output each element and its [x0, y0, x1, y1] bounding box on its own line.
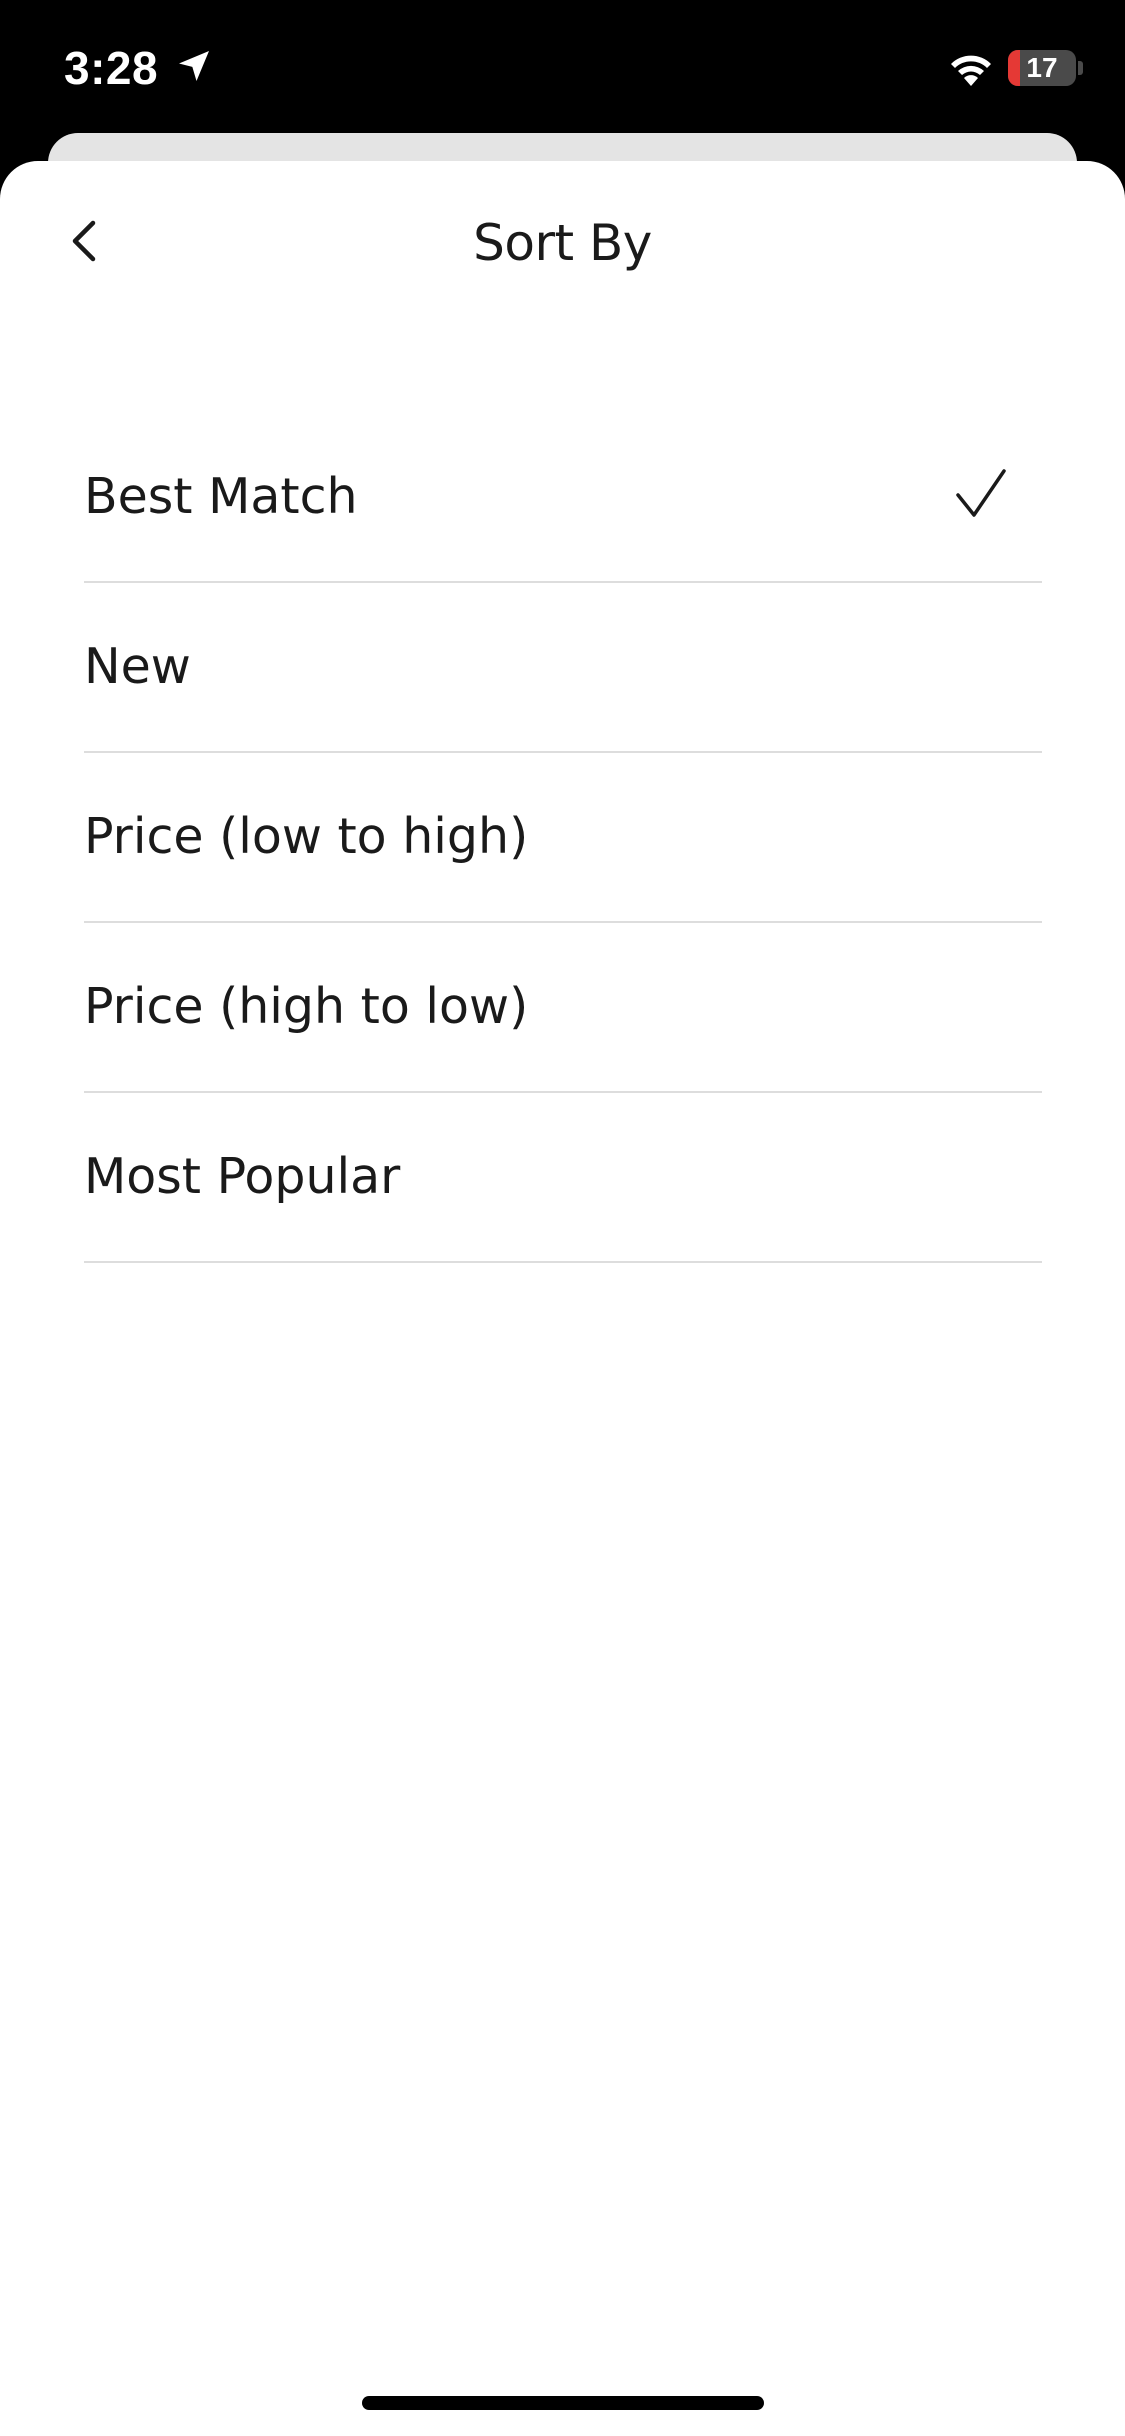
battery-cap [1078, 61, 1083, 75]
location-arrow-icon [179, 51, 209, 81]
sort-option-label: Best Match [84, 468, 358, 525]
sort-sheet: Sort By Best Match New Price (low to hig… [0, 161, 1125, 2436]
sheet-header: Sort By [0, 161, 1125, 331]
sort-options-list: Best Match New Price (low to high) Price… [84, 413, 1042, 1263]
wifi-icon [951, 55, 991, 86]
status-time: 3:28 [64, 42, 159, 94]
sort-option-price-low-high[interactable]: Price (low to high) [84, 753, 1042, 923]
status-bar: 3:28 17 [0, 0, 1125, 132]
sort-option-label: Most Popular [84, 1148, 401, 1205]
sort-option-new[interactable]: New [84, 583, 1042, 753]
sort-option-label: New [84, 638, 191, 695]
page-title: Sort By [473, 214, 652, 272]
battery-level: 17 [1026, 52, 1058, 83]
checkmark-icon [956, 469, 1006, 517]
home-indicator[interactable] [362, 2396, 764, 2410]
battery-icon: 17 [1008, 50, 1076, 86]
sort-option-price-high-low[interactable]: Price (high to low) [84, 923, 1042, 1093]
sort-option-most-popular[interactable]: Most Popular [84, 1093, 1042, 1263]
sort-option-label: Price (low to high) [84, 808, 529, 865]
sort-option-label: Price (high to low) [84, 978, 529, 1035]
sort-option-best-match[interactable]: Best Match [84, 413, 1042, 583]
